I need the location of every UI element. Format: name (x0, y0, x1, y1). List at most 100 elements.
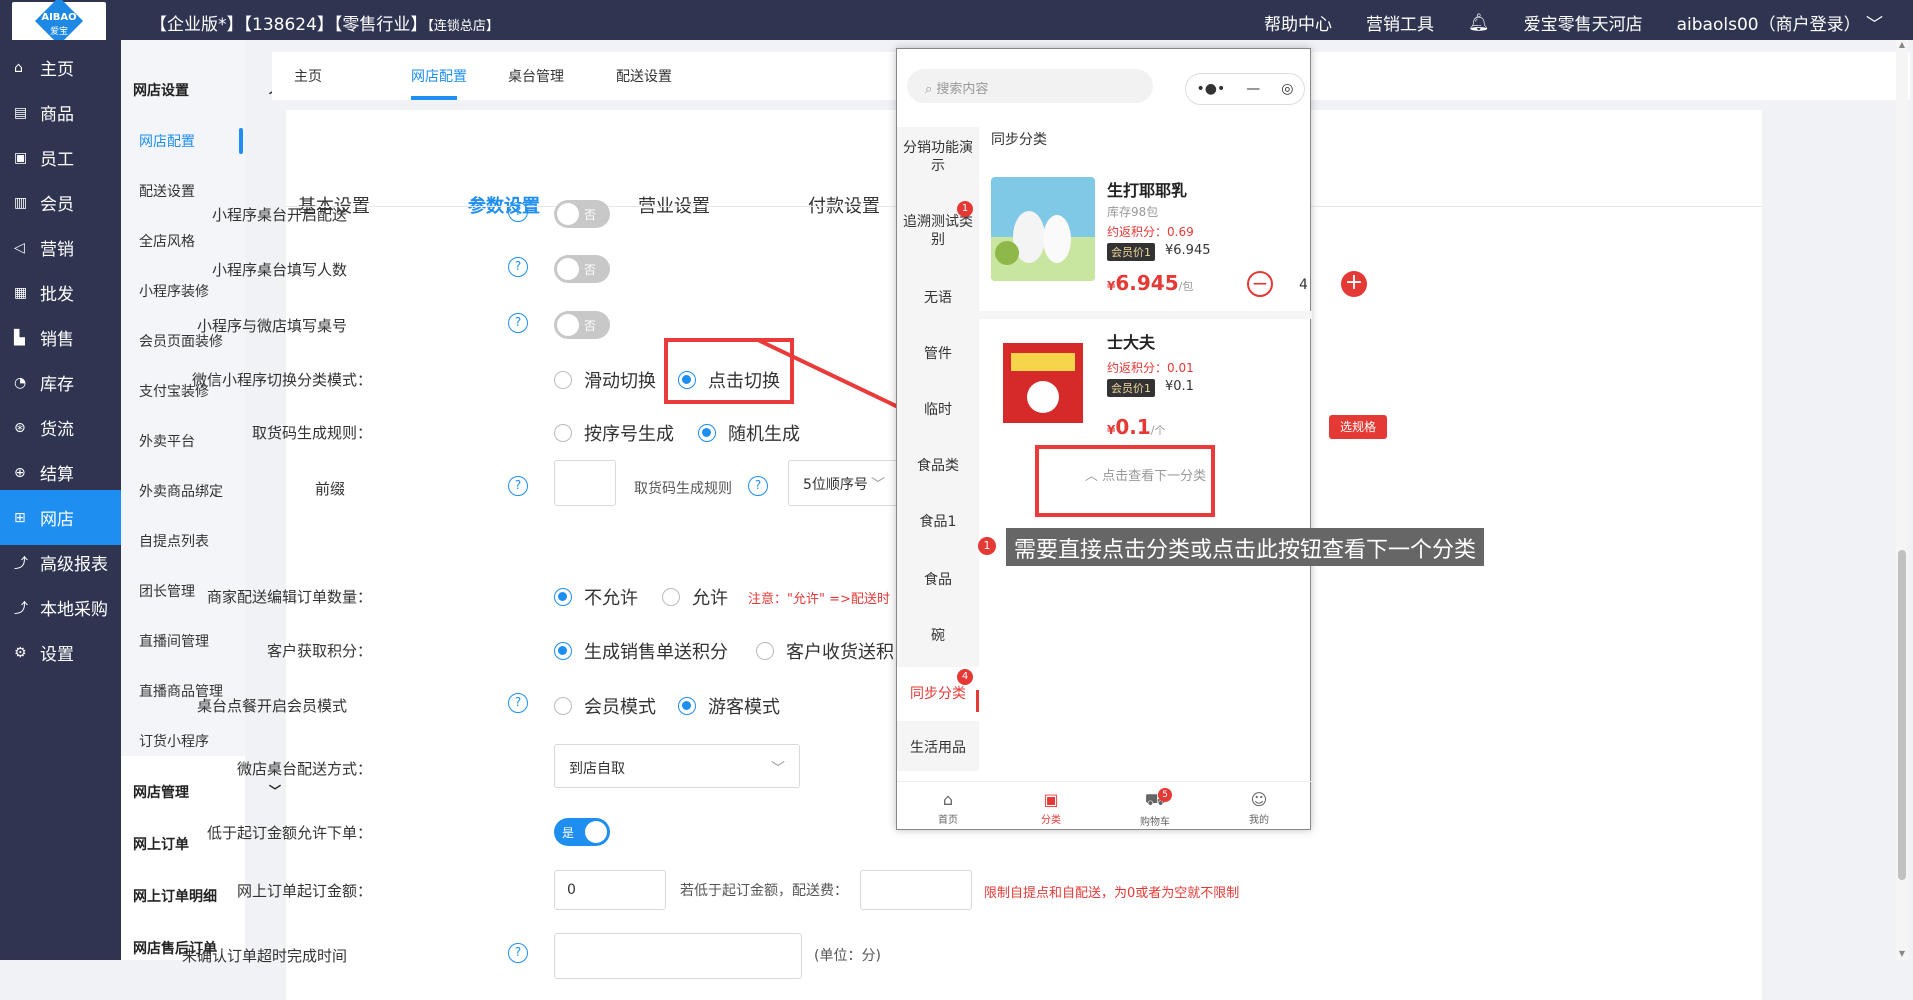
product-card[interactable]: 士大夫 约返积分：0.01 会员价1 ¥0.1 ¥0.1/个 选规格 (979, 319, 1387, 459)
toggle-knob (557, 258, 579, 280)
min-amount-input[interactable]: 0 (554, 870, 666, 910)
subnav-item[interactable]: 直播间管理 (139, 631, 209, 651)
toggle-text: 是 (562, 826, 575, 840)
category-item[interactable]: 食品 (897, 571, 979, 589)
category-item[interactable]: 碗 (897, 627, 979, 645)
subnav-item[interactable]: 网上订单 (133, 834, 189, 854)
help-icon[interactable]: ? (508, 476, 528, 496)
chevron-down-icon: ﹀ (1866, 15, 1883, 35)
fee-label: 若低于起订金额，配送费： (680, 883, 848, 899)
radio-dot (554, 371, 572, 389)
category-item-active[interactable]: 同步分类 4 (897, 667, 979, 721)
radio-member-mode[interactable]: 会员模式 (554, 693, 656, 719)
radio-slide-switch[interactable]: 滑动切换 (554, 367, 656, 393)
marketing-tools-link[interactable]: 营销工具 (1366, 10, 1434, 35)
aibao-logo[interactable]: AIBAO 爱宝 (12, 0, 106, 46)
delivery-way-select[interactable]: 到店自取 ﹀ (554, 744, 800, 788)
account-menu[interactable]: aibaols00（商户登录） ﹀ (1677, 10, 1883, 35)
help-center-link[interactable]: 帮助中心 (1264, 10, 1332, 35)
product-card[interactable]: 生打耶耶乳 库存98包 约返积分：0.69 会员价1 ¥6.945 ¥6.945… (979, 167, 1367, 307)
category-item[interactable]: 管件 (897, 345, 979, 363)
toggle-knob (557, 203, 579, 225)
category-item[interactable]: 追溯测试类别 1 (897, 201, 979, 249)
subnav-item[interactable]: 全店风格 (139, 231, 195, 251)
minimize-icon[interactable]: — (1246, 81, 1260, 97)
tab-shop-config[interactable]: 网店配置 (411, 66, 467, 86)
tab-cart[interactable]: ⛟ 购物车 5 (1125, 788, 1185, 828)
desk-delivery-toggle[interactable]: 否 (554, 200, 610, 228)
decrease-button[interactable]: − (1247, 271, 1273, 297)
price-unit: /个 (1150, 424, 1166, 437)
search-input[interactable]: ⌕ 搜索内容 (907, 69, 1153, 103)
subnav-item[interactable]: 团长管理 (139, 581, 195, 601)
category-item[interactable]: 食品1 (897, 513, 979, 531)
group-label: 网店设置 (133, 83, 189, 99)
tab-label: 首页 (938, 815, 958, 826)
product-points: 约返积分：0.69 (1107, 225, 1194, 239)
sidebar-item-settings[interactable]: ⚙ 设置 (0, 625, 121, 680)
subnav-group-shop-settings[interactable]: 网店设置︿ (133, 80, 281, 100)
scroll-thumb[interactable] (1898, 550, 1906, 880)
scroll-up-icon[interactable]: ▲ (1896, 40, 1908, 49)
edition-small: 【连锁总店】 (427, 19, 499, 34)
bell-icon[interactable]: 🔔︎ (1468, 13, 1490, 33)
help-icon[interactable]: ? (508, 693, 528, 713)
timeout-input[interactable] (554, 933, 802, 979)
help-icon[interactable]: ? (508, 202, 528, 222)
category-item[interactable]: 分销功能演示 (897, 139, 979, 175)
radio-not-allow[interactable]: 不允许 (554, 584, 638, 610)
subnav-item-shop-config[interactable]: 网店配置 (139, 131, 195, 151)
subnav-item[interactable]: 外卖商品绑定 (139, 481, 223, 501)
tab-desk-manage[interactable]: 桌台管理 (508, 66, 564, 86)
desk-people-toggle[interactable]: 否 (554, 255, 610, 283)
tab-me[interactable]: ☺ 我的 (1229, 790, 1289, 826)
desk-number-toggle[interactable]: 否 (554, 311, 610, 339)
tab-home[interactable]: ⌂ 首页 (918, 790, 978, 826)
category-item[interactable]: 临时 (897, 401, 979, 419)
category-item[interactable]: 生活用品 (897, 739, 979, 757)
subnav-item[interactable]: 外卖平台 (139, 431, 195, 451)
category-badge: 4 (957, 669, 973, 685)
prefix-input[interactable] (554, 460, 616, 506)
help-icon[interactable]: ? (508, 943, 528, 963)
select-spec-button[interactable]: 选规格 (1329, 415, 1387, 439)
subnav-item[interactable]: 自提点列表 (139, 531, 209, 551)
help-icon[interactable]: ? (508, 313, 528, 333)
field-label: 前缀 (314, 480, 345, 498)
subnav-item[interactable]: 网上订单明细 (133, 886, 217, 906)
miniprogram-tabbar: ⌂ 首页 ▣ 分类 ⛟ 购物车 5 ☺ 我的 (897, 781, 1312, 831)
radio-guest-mode[interactable]: 游客模式 (678, 693, 780, 719)
field-label: 客户获取积分： (266, 642, 372, 660)
category-badge: 1 (957, 201, 973, 217)
radio-points-on-sale[interactable]: 生成销售单送积分 (554, 638, 728, 664)
radio-points-on-receive[interactable]: 客户收货送积 (756, 638, 894, 664)
tab-category[interactable]: ▣ 分类 (1021, 790, 1081, 826)
subnav-item[interactable]: 小程序装修 (139, 281, 209, 301)
radio-allow[interactable]: 允许 (662, 584, 728, 610)
sidebar-label: 商品 (40, 105, 74, 125)
stock-icon: ◔ (14, 374, 27, 391)
subnav-item[interactable]: 订货小程序 (139, 731, 209, 751)
goods-icon: ▤ (14, 104, 28, 121)
category-item[interactable]: 食品类 (897, 457, 979, 475)
more-icon[interactable]: •●• (1197, 81, 1226, 97)
page-scrollbar[interactable]: ▲ ▼ (1896, 40, 1908, 960)
tab-delivery[interactable]: 配送设置 (616, 66, 672, 86)
below-min-toggle[interactable]: 是 (554, 818, 610, 846)
delivery-fee-input[interactable] (860, 870, 972, 910)
miniprogram-preview: ⌕ 搜索内容 •●• — ◎ 分销功能演示 追溯测试类别 1 无语 管件 临时 食… (896, 48, 1387, 831)
subnav-group-shop-manage[interactable]: 网店管理 ﹀ (133, 782, 281, 802)
radio-label: 客户收货送积 (786, 642, 894, 663)
subnav-item[interactable]: 配送设置 (139, 181, 195, 201)
category-item[interactable]: 无语 (897, 289, 979, 307)
help-icon[interactable]: ? (508, 257, 528, 277)
unit-label: (单位：分) (814, 948, 881, 964)
tab-home[interactable]: 主页 (294, 66, 322, 86)
quantity: 4 (1299, 277, 1308, 293)
close-target-icon[interactable]: ◎ (1281, 81, 1293, 97)
increase-button[interactable]: + (1341, 271, 1367, 297)
scroll-down-icon[interactable]: ▼ (1896, 949, 1908, 958)
store-name[interactable]: 爱宝零售天河店 (1524, 10, 1643, 35)
wholesale-icon: ▦ (14, 284, 28, 301)
radio-by-sequence[interactable]: 按序号生成 (554, 420, 674, 446)
